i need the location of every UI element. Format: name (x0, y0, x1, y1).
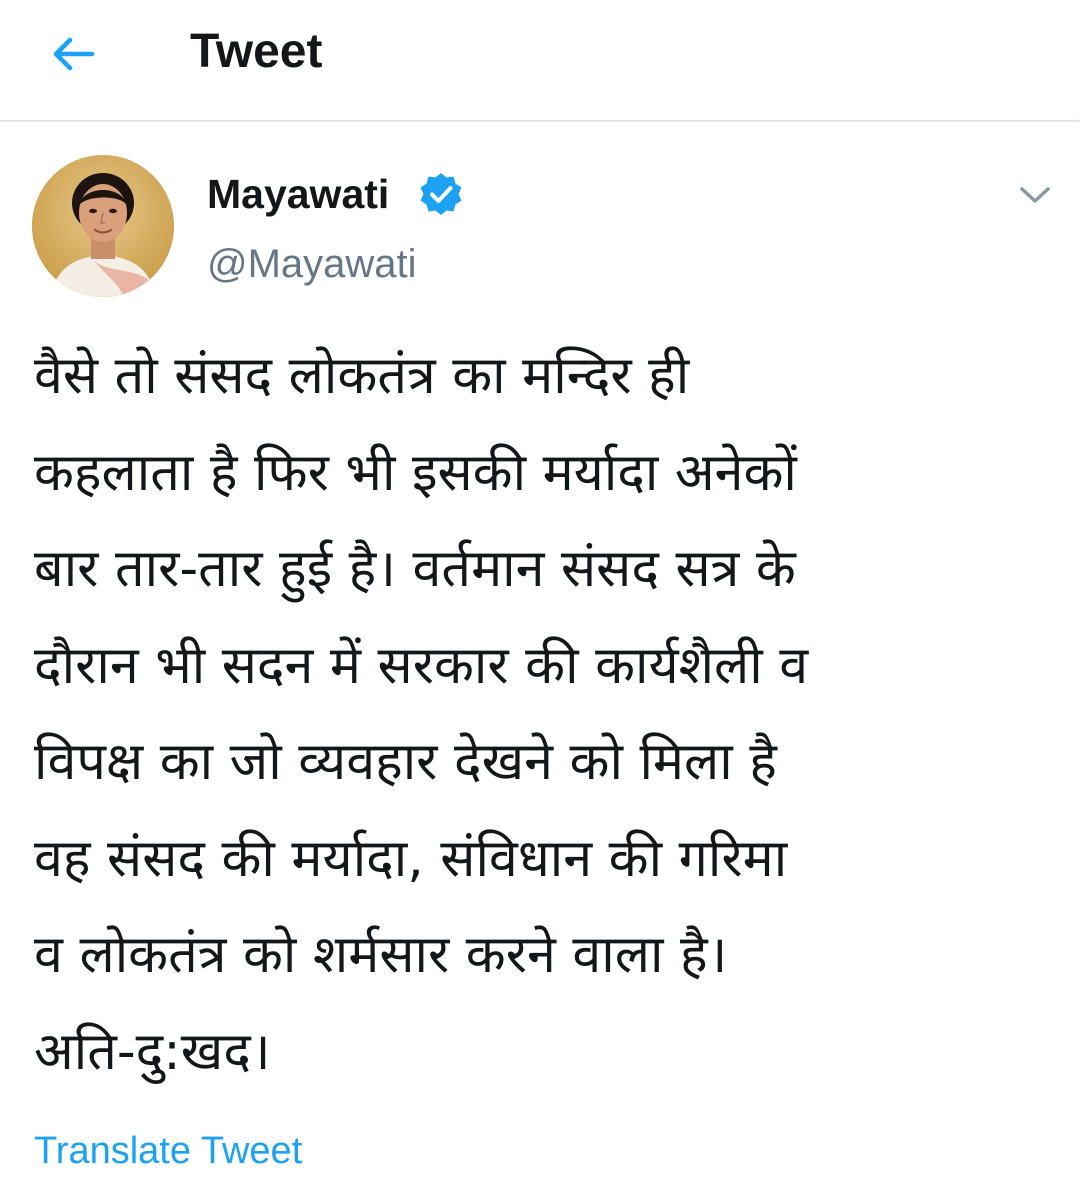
chevron-down-icon (1020, 187, 1050, 203)
back-button[interactable] (48, 28, 100, 80)
profile-photo (32, 155, 174, 297)
arrow-left-icon (53, 37, 95, 71)
avatar[interactable] (32, 155, 174, 297)
author-display-name[interactable]: Mayawati (207, 170, 389, 218)
tweet-text: वैसे तो संसद लोकतंत्र का मन्दिर ही कहलात… (34, 346, 809, 1082)
top-app-bar: Tweet (0, 0, 1080, 122)
verified-badge-icon (418, 171, 464, 217)
author-handle[interactable]: @Mayawati (207, 240, 417, 288)
tweet-menu-button[interactable] (1014, 178, 1056, 212)
page-title: Tweet (190, 25, 323, 78)
translate-tweet-link[interactable]: Translate Tweet (34, 1129, 302, 1173)
